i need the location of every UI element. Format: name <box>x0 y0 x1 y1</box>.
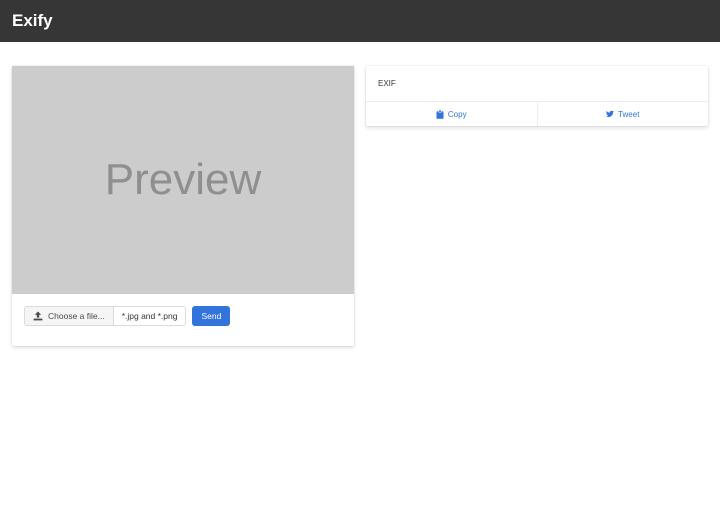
image-preview: Preview <box>12 66 354 294</box>
tweet-button[interactable]: Tweet <box>536 102 709 126</box>
upload-card: Preview Choose a file... *.jpg and *.png… <box>12 66 354 346</box>
exif-header: EXIF <box>366 66 708 102</box>
exif-card-footer: Copy Tweet <box>366 102 708 126</box>
brand-title[interactable]: Exify <box>12 10 53 32</box>
choose-file-button[interactable]: Choose a file... <box>24 306 114 326</box>
upload-icon <box>33 311 43 321</box>
tweet-label: Tweet <box>618 109 640 119</box>
clipboard-icon <box>436 109 444 119</box>
send-button[interactable]: Send <box>192 306 231 326</box>
copy-button[interactable]: Copy <box>366 102 537 126</box>
preview-placeholder-text: Preview <box>104 155 262 204</box>
file-name-hint: *.jpg and *.png <box>113 306 187 326</box>
exif-card: EXIF Copy Tweet <box>366 66 708 126</box>
copy-label: Copy <box>447 109 467 119</box>
file-upload-row: Choose a file... *.jpg and *.png Send <box>24 306 231 326</box>
navbar: Exify <box>0 0 720 42</box>
choose-file-label: Choose a file... <box>48 311 105 321</box>
twitter-icon <box>606 110 614 119</box>
